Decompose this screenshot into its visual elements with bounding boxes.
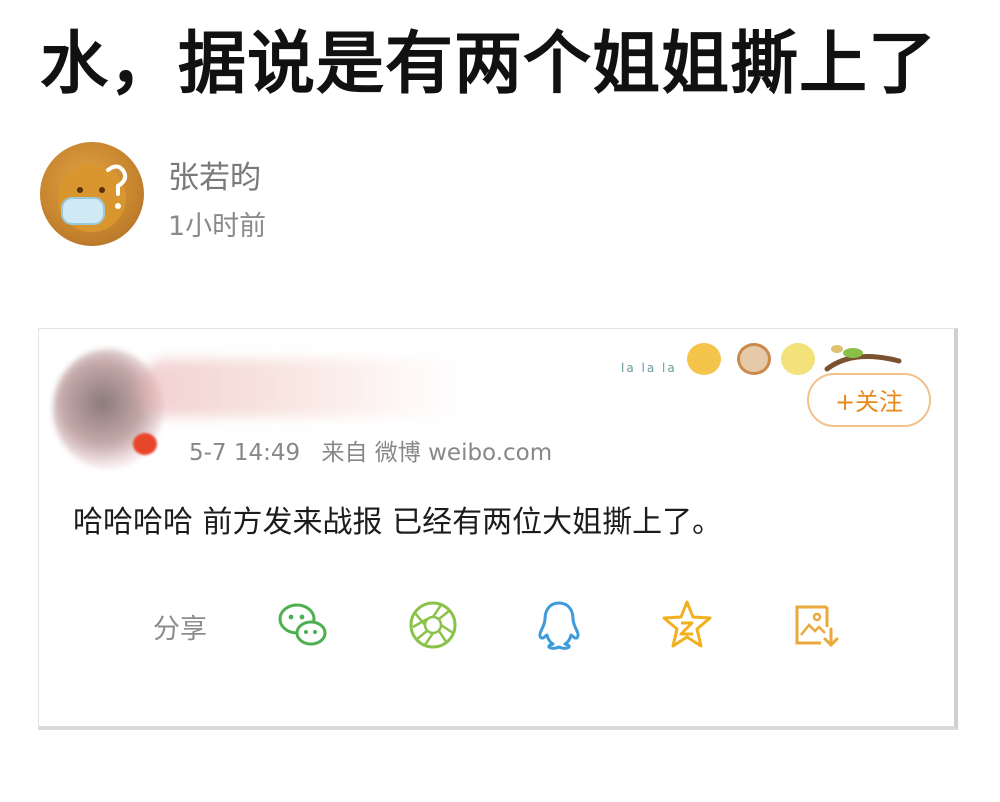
post-date: 5-7 14:49 [189, 440, 301, 466]
post-text: 哈哈哈哈 前方发来战报 已经有两位大姐撕上了。 [73, 505, 723, 540]
blurred-username[interactable] [139, 359, 469, 417]
wechat-icon[interactable] [275, 597, 331, 653]
decoration-text: la la la [621, 361, 677, 375]
embedded-weibo-card: 5-7 14:49 来自 微博 weibo.com la la la +关注 哈… [38, 328, 958, 730]
bird-sticker-icon [737, 343, 771, 375]
moments-icon[interactable] [405, 597, 461, 653]
share-label: 分享 [153, 614, 207, 645]
author-avatar[interactable] [40, 142, 144, 246]
branch-decoration-icon [824, 345, 902, 372]
author-name[interactable]: 张若昀 [168, 152, 261, 197]
post-source: 来自 微博 weibo.com [321, 440, 553, 466]
page-title: 水，据说是有两个姐姐撕上了 [40, 25, 938, 104]
chick-sticker-icon [687, 343, 721, 375]
qq-icon[interactable] [531, 597, 587, 653]
post-time: 1小时前 [168, 211, 267, 242]
avatar-image [58, 164, 128, 232]
post-meta: 5-7 14:49 来自 微博 weibo.com [189, 433, 566, 467]
chick-green-hat-icon [781, 343, 815, 375]
save-image-icon[interactable] [787, 597, 843, 653]
follow-button[interactable]: +关注 [807, 373, 931, 427]
verified-badge-icon [133, 433, 157, 455]
qzone-icon[interactable] [659, 597, 715, 653]
